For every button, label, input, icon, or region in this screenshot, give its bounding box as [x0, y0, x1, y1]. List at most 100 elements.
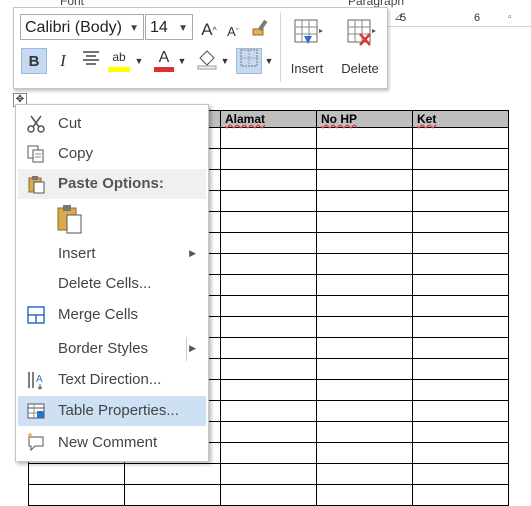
font-color-button[interactable]: A: [151, 48, 177, 74]
table-cell[interactable]: [28, 484, 125, 506]
menu-item-cut[interactable]: Cut: [18, 109, 206, 139]
table-cell[interactable]: [124, 463, 221, 485]
highlight-button[interactable]: ab: [106, 48, 132, 74]
table-cell[interactable]: [412, 379, 509, 401]
font-name-combo[interactable]: Calibri (Body) ▼: [20, 14, 144, 40]
table-cell[interactable]: [220, 400, 317, 422]
table-cell[interactable]: [28, 463, 125, 485]
table-cell[interactable]: [316, 379, 413, 401]
menu-item-insert[interactable]: Insert ▶: [18, 239, 206, 269]
table-cell[interactable]: [412, 274, 509, 296]
table-cell[interactable]: [316, 337, 413, 359]
table-cell[interactable]: [316, 169, 413, 191]
menu-item-text-direction[interactable]: A Text Direction...: [18, 365, 206, 395]
table-cell[interactable]: [220, 463, 317, 485]
highlight-dropdown-icon[interactable]: ▼: [134, 48, 144, 74]
table-cell[interactable]: [316, 295, 413, 317]
table-cell[interactable]: [412, 358, 509, 380]
table-cell[interactable]: [412, 295, 509, 317]
table-cell[interactable]: [412, 253, 509, 275]
shading-button[interactable]: [194, 48, 220, 74]
menu-item-delete-cells[interactable]: Delete Cells...: [18, 269, 206, 299]
menu-item-table-properties[interactable]: Table Properties...: [18, 396, 206, 426]
text-direction-icon: A: [28, 372, 43, 390]
center-align-button[interactable]: [78, 48, 104, 74]
merge-cells-icon: [27, 306, 45, 324]
table-cell[interactable]: [316, 148, 413, 170]
table-cell[interactable]: [316, 484, 413, 506]
table-cell[interactable]: [220, 274, 317, 296]
table-cell[interactable]: [412, 484, 509, 506]
table-cell[interactable]: [412, 316, 509, 338]
table-cell[interactable]: [220, 295, 317, 317]
table-cell[interactable]: [220, 169, 317, 191]
table-cell[interactable]: [220, 337, 317, 359]
paste-keep-formatting-button[interactable]: [56, 203, 84, 240]
table-cell[interactable]: [412, 337, 509, 359]
chevron-down-icon[interactable]: ▼: [129, 23, 139, 34]
ruler-column-marker[interactable]: ▫: [508, 12, 512, 23]
table-cell[interactable]: [412, 463, 509, 485]
table-cell[interactable]: [412, 127, 509, 149]
font-size-combo[interactable]: 14 ▼: [145, 14, 193, 40]
table-cell[interactable]: [316, 400, 413, 422]
table-cell[interactable]: [412, 442, 509, 464]
table-cell[interactable]: [412, 148, 509, 170]
horizontal-ruler[interactable]: ⊿ 5 6 ▫: [380, 10, 531, 27]
menu-item-merge-cells[interactable]: Merge Cells: [18, 300, 206, 330]
table-cell[interactable]: [316, 253, 413, 275]
borders-button[interactable]: [236, 48, 262, 74]
table-cell[interactable]: [316, 442, 413, 464]
table-cell[interactable]: [220, 316, 317, 338]
borders-dropdown-icon[interactable]: ▼: [264, 48, 274, 74]
table-insert-icon: [294, 19, 323, 44]
table-cell[interactable]: [220, 421, 317, 443]
table-cell[interactable]: [220, 232, 317, 254]
table-header-cell[interactable]: No HP: [316, 110, 413, 128]
table-cell[interactable]: [412, 190, 509, 212]
menu-item-label: Insert: [58, 245, 96, 262]
insert-button[interactable]: Insert: [283, 12, 331, 82]
align-center-icon: [83, 51, 99, 65]
table-cell[interactable]: [220, 127, 317, 149]
table-row: [28, 484, 509, 506]
delete-button[interactable]: Delete: [336, 12, 384, 82]
table-cell[interactable]: [412, 232, 509, 254]
table-cell[interactable]: [220, 358, 317, 380]
table-cell[interactable]: [220, 148, 317, 170]
table-cell[interactable]: [412, 211, 509, 233]
table-header-cell[interactable]: Alamat: [220, 110, 317, 128]
table-cell[interactable]: [316, 421, 413, 443]
grow-font-button[interactable]: A^: [198, 17, 220, 41]
font-size-value: 14: [150, 19, 168, 36]
shading-dropdown-icon[interactable]: ▼: [220, 48, 230, 74]
table-cell[interactable]: [316, 316, 413, 338]
table-cell[interactable]: [316, 463, 413, 485]
table-cell[interactable]: [220, 253, 317, 275]
table-cell[interactable]: [316, 358, 413, 380]
table-header-cell[interactable]: Ket: [412, 110, 509, 128]
format-painter-button[interactable]: [248, 17, 274, 43]
italic-button[interactable]: I: [50, 48, 76, 74]
table-cell[interactable]: [220, 484, 317, 506]
table-cell[interactable]: [220, 190, 317, 212]
table-cell[interactable]: [412, 169, 509, 191]
menu-item-copy[interactable]: Copy: [18, 139, 206, 169]
table-cell[interactable]: [316, 274, 413, 296]
table-cell[interactable]: [220, 442, 317, 464]
menu-item-border-styles[interactable]: Border Styles ▶: [18, 334, 206, 364]
table-cell[interactable]: [124, 484, 221, 506]
shrink-font-button[interactable]: Aˇ: [222, 19, 244, 41]
table-cell[interactable]: [316, 232, 413, 254]
table-cell[interactable]: [412, 400, 509, 422]
font-color-dropdown-icon[interactable]: ▼: [177, 48, 187, 74]
table-cell[interactable]: [412, 421, 509, 443]
table-cell[interactable]: [316, 127, 413, 149]
table-cell[interactable]: [316, 190, 413, 212]
table-cell[interactable]: [316, 211, 413, 233]
table-cell[interactable]: [220, 211, 317, 233]
chevron-down-icon[interactable]: ▼: [178, 23, 188, 34]
bold-button[interactable]: B: [21, 48, 47, 74]
menu-item-new-comment[interactable]: New Comment: [18, 428, 206, 458]
table-cell[interactable]: [220, 379, 317, 401]
